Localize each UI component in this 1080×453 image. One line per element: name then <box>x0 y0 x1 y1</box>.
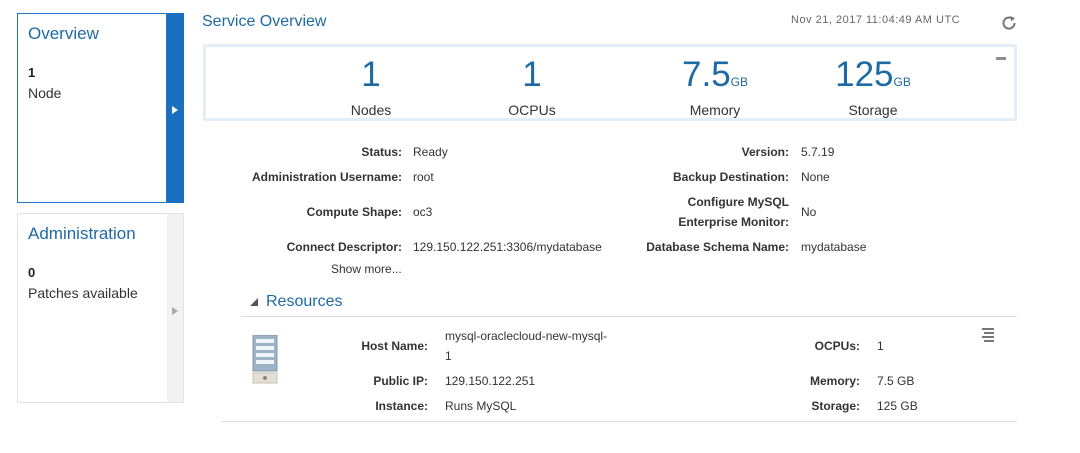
status-label: Status: <box>361 145 402 159</box>
public-ip-label: Public IP: <box>373 374 428 388</box>
administration-expand-button[interactable] <box>167 213 184 403</box>
server-icon <box>252 335 278 384</box>
ocpus-value: 1 <box>877 339 884 353</box>
compute-shape-label: Compute Shape: <box>306 205 402 219</box>
instance-label: Instance: <box>375 399 428 413</box>
version-value: 5.7.19 <box>801 145 835 159</box>
administration-tile-title: Administration <box>28 224 136 243</box>
status-value: Ready <box>413 145 448 159</box>
page-title: Service Overview <box>202 13 327 30</box>
metric-label: OCPUs <box>508 102 556 118</box>
metric-unit: GB <box>730 75 748 89</box>
metric-label: Storage <box>848 102 898 118</box>
schema-name-label: Database Schema Name: <box>646 240 789 254</box>
enterprise-monitor-label-line2: Enterprise Monitor: <box>678 215 789 229</box>
public-ip-value: 129.150.122.251 <box>445 374 536 388</box>
overview-expand-button[interactable] <box>167 13 184 203</box>
metric-label: Memory <box>689 102 741 118</box>
last-updated-timestamp: Nov 21, 2017 11:04:49 AM UTC <box>791 14 961 26</box>
overview-tile[interactable]: Overview 1 Node <box>17 13 167 203</box>
compute-shape-value: oc3 <box>413 205 433 219</box>
chevron-right-icon <box>172 106 178 114</box>
metric-label: Nodes <box>350 102 392 118</box>
version-label: Version: <box>741 145 789 159</box>
overview-tile-count: 1 <box>28 65 36 80</box>
host-name-value-line1: mysql-oraclecloud-new-mysql- <box>445 329 608 343</box>
admin-username-label: Administration Username: <box>251 170 402 184</box>
instance-value: Runs MySQL <box>445 399 517 413</box>
connect-descriptor-value: 129.150.122.251:3306/mydatabase <box>413 240 602 254</box>
metric-storage: 125GB Storage <box>798 53 948 118</box>
metric-value: 7.5 <box>682 55 731 94</box>
metric-value: 1 <box>361 55 381 94</box>
storage-label: Storage: <box>811 399 860 413</box>
overview-tile-title: Overview <box>28 24 99 43</box>
metric-unit: GB <box>893 75 911 89</box>
metric-ocpus: 1 OCPUs <box>457 53 607 118</box>
chevron-right-icon <box>172 307 178 315</box>
metric-memory: 7.5GB Memory <box>640 53 790 118</box>
overview-tile-label: Node <box>28 85 62 101</box>
memory-label: Memory: <box>809 374 860 388</box>
metrics-summary-card: 1 Nodes 1 OCPUs 7.5GB Memory 125GB Stora… <box>203 44 1017 121</box>
metric-value: 1 <box>522 55 542 94</box>
connect-descriptor-label: Connect Descriptor: <box>286 240 402 254</box>
storage-value: 125 GB <box>877 399 918 413</box>
show-more-link[interactable]: Show more... <box>331 262 402 276</box>
enterprise-monitor-label-line1: Configure MySQL <box>687 195 789 209</box>
triangle-down-icon[interactable] <box>250 298 258 306</box>
metric-value: 125 <box>835 55 894 94</box>
administration-tile-count: 0 <box>28 265 36 280</box>
resources-section-title[interactable]: Resources <box>266 293 342 311</box>
ocpus-label: OCPUs: <box>814 339 860 353</box>
backup-destination-value: None <box>801 170 830 184</box>
administration-tile-label: Patches available <box>28 285 138 301</box>
enterprise-monitor-value: No <box>801 205 817 219</box>
divider <box>241 316 1017 317</box>
host-name-value-line2: 1 <box>445 349 452 363</box>
memory-value: 7.5 GB <box>877 374 915 388</box>
administration-tile[interactable]: Administration 0 Patches available <box>17 213 167 403</box>
refresh-icon[interactable] <box>1000 14 1018 32</box>
backup-destination-label: Backup Destination: <box>672 170 789 184</box>
menu-icon[interactable] <box>981 327 995 343</box>
host-name-label: Host Name: <box>361 339 428 353</box>
collapse-icon[interactable] <box>996 57 1006 60</box>
admin-username-value: root <box>413 170 434 184</box>
divider <box>222 421 1017 422</box>
metric-nodes: 1 Nodes <box>296 53 446 118</box>
schema-name-value: mydatabase <box>801 240 867 254</box>
